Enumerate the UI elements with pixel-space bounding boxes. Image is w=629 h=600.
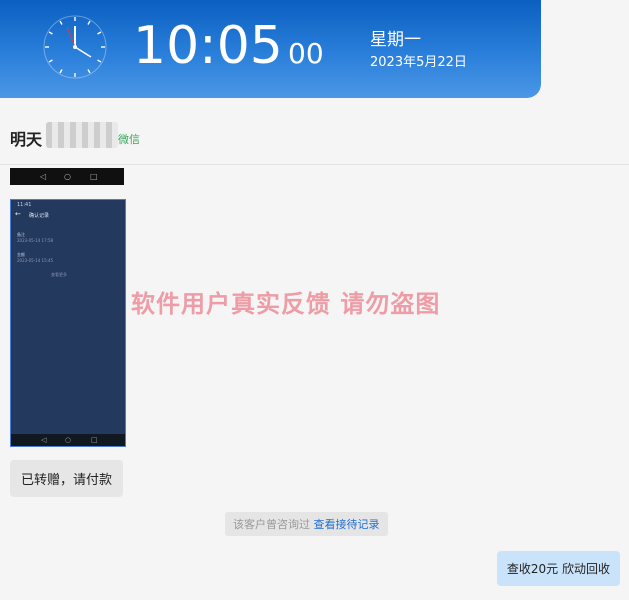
recent-nav-icon: □ (90, 172, 98, 181)
weekday-label: 星期一 (370, 30, 421, 50)
phone-back-icon: ← (15, 210, 21, 218)
phone-row-sub: 2023-05-14 15:45 (17, 258, 54, 263)
analog-clock-icon (43, 15, 107, 79)
phone-row-sub: 2023-05-14 17:58 (17, 238, 54, 243)
outgoing-message[interactable]: 查收20元 欣动回收 (496, 551, 620, 586)
back-nav-icon: ◁ (41, 436, 47, 444)
phone-title: 确认记录 (29, 213, 50, 219)
date-label: 2023年5月22日 (370, 55, 467, 70)
clock-header: 10:05 00 星期一 2023年5月22日 (0, 0, 541, 98)
phone-status: 11:41 (17, 202, 32, 208)
chat-header: 明天 微信 (0, 98, 629, 165)
back-nav-icon: ◁ (40, 172, 47, 181)
watermark-text: 软件用户真实反馈 请勿盗图 (131, 290, 441, 318)
redacted-name (46, 122, 118, 148)
clock-time: 10:05 (133, 16, 283, 76)
home-nav-icon: ○ (65, 436, 72, 444)
contact-name[interactable]: 明天 (10, 126, 42, 150)
phone-center-text: 查看更多 (51, 272, 67, 277)
view-history-link[interactable]: 查看接待记录 (314, 518, 380, 531)
image-message[interactable]: 11:41 ← 确认记录 备注 2023-05-14 17:58 金额 2023… (10, 199, 126, 447)
channel-label: 微信 (118, 133, 140, 146)
incoming-message[interactable]: 已转赠，请付款 (10, 460, 124, 497)
clock-seconds: 00 (288, 37, 324, 70)
image-message-partial[interactable]: ◁ ○ □ (10, 168, 124, 185)
phone-navbar: ◁ ○ □ (11, 434, 125, 446)
consult-notice: 该客户曾咨询过 查看接待记录 (225, 512, 388, 536)
home-nav-icon: ○ (64, 172, 71, 181)
recent-nav-icon: □ (91, 436, 98, 444)
notice-text: 该客户曾咨询过 (233, 518, 314, 531)
chat-window: 明天 微信 ◁ ○ □ 11:41 ← 确认记录 备注 2023-05-14 1… (0, 98, 629, 600)
